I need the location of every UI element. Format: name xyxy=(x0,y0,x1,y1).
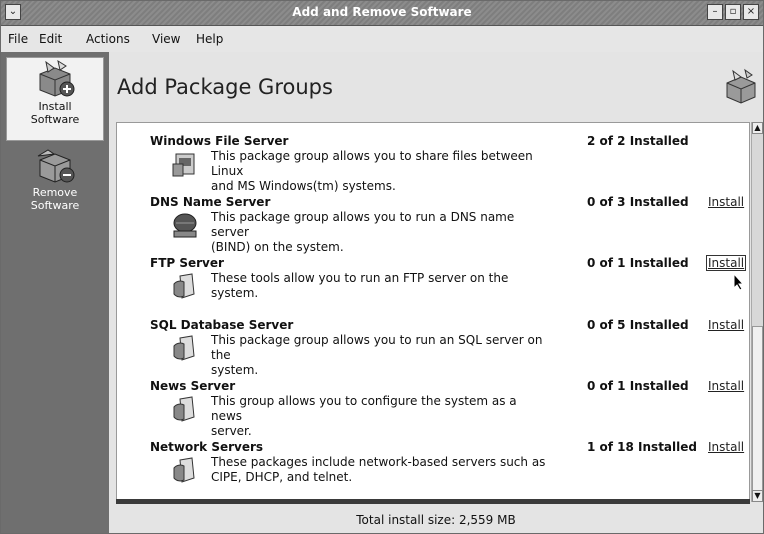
group-name: DNS Name Server xyxy=(150,195,271,209)
group-status: 0 of 1 Installed xyxy=(587,379,689,393)
description-line: (BIND) on the system. xyxy=(211,240,344,254)
scrollbar-thumb[interactable] xyxy=(752,326,763,496)
group-status: 2 of 2 Installed xyxy=(587,134,689,148)
server-icon xyxy=(173,457,195,483)
total-install-size: Total install size: 2,559 MB xyxy=(356,513,516,527)
menu-bar: File Edit Actions View Help xyxy=(1,26,763,52)
server-icon xyxy=(173,335,195,361)
list-bottom-border xyxy=(116,499,750,504)
window-title: Add and Remove Software xyxy=(292,5,472,19)
sidebar-item-label: Software xyxy=(30,199,80,212)
menu-actions[interactable]: Actions xyxy=(86,32,130,46)
menu-help[interactable]: Help xyxy=(196,32,223,46)
remove-icon xyxy=(37,149,75,183)
description-line: This group allows you to configure the s… xyxy=(211,394,517,423)
menu-edit[interactable]: Edit xyxy=(39,32,62,46)
description-line: system. xyxy=(211,363,259,377)
group-description: This package group allows you to run a D… xyxy=(211,210,551,255)
package-group-list[interactable]: Windows File Server 2 of 2 Installed Thi… xyxy=(116,122,750,502)
sidebar-item-label: Software xyxy=(30,113,80,126)
sidebar-item-label: Install xyxy=(38,100,72,113)
description-line: These packages include network-based ser… xyxy=(211,455,546,469)
sidebar: Install Software Remove Software xyxy=(1,52,109,533)
install-link[interactable]: Install xyxy=(708,318,744,332)
scroll-down-icon[interactable]: ▼ xyxy=(752,490,763,502)
mouse-cursor-icon xyxy=(733,273,745,291)
sidebar-item-label: Remove xyxy=(32,186,78,199)
install-link[interactable]: Install xyxy=(708,195,744,209)
sidebar-item-install-software[interactable]: Install Software xyxy=(6,57,104,141)
vertical-scrollbar[interactable]: ▲ ▼ xyxy=(751,122,763,502)
group-status: 0 of 5 Installed xyxy=(587,318,689,332)
file-server-icon xyxy=(172,153,195,177)
maximize-button[interactable]: ▫ xyxy=(725,4,741,20)
description-line: This package group allows you to run an … xyxy=(211,333,543,362)
group-description: These tools allow you to run an FTP serv… xyxy=(211,271,551,301)
sidebar-item-remove-software[interactable]: Remove Software xyxy=(1,144,109,212)
group-name: Network Servers xyxy=(150,440,264,454)
minimize-button[interactable]: – xyxy=(707,4,723,20)
title-bar[interactable]: ⌄ Add and Remove Software – ▫ × xyxy=(1,1,763,26)
group-description: This group allows you to configure the s… xyxy=(211,394,551,439)
install-icon xyxy=(39,59,75,97)
group-name: News Server xyxy=(150,379,236,393)
page-title: Add Package Groups xyxy=(117,75,333,99)
description-line: This package group allows you to run a D… xyxy=(211,210,515,239)
menu-view[interactable]: View xyxy=(152,32,180,46)
group-name: FTP Server xyxy=(150,256,224,270)
description-line: These tools allow you to run an FTP serv… xyxy=(211,271,509,300)
group-name: SQL Database Server xyxy=(150,318,294,332)
server-icon xyxy=(173,273,195,299)
app-window: ⌄ Add and Remove Software – ▫ × File Edi… xyxy=(0,0,764,534)
group-description: These packages include network-based ser… xyxy=(211,455,551,485)
scroll-up-icon[interactable]: ▲ xyxy=(752,122,763,134)
description-line: CIPE, DHCP, and telnet. xyxy=(211,470,353,484)
description-line: server. xyxy=(211,424,252,438)
install-link[interactable]: Install xyxy=(708,440,744,454)
group-status: 0 of 3 Installed xyxy=(587,195,689,209)
description-line: and MS Windows(tm) systems. xyxy=(211,179,396,193)
group-name: Windows File Server xyxy=(150,134,289,148)
group-description: This package group allows you to share f… xyxy=(211,149,551,194)
install-link[interactable]: Install xyxy=(708,379,744,393)
server-icon xyxy=(173,396,195,422)
menu-file[interactable]: File xyxy=(8,32,28,46)
install-link[interactable]: Install xyxy=(706,255,747,271)
dns-server-icon xyxy=(173,213,197,238)
group-description: This package group allows you to run an … xyxy=(211,333,551,378)
description-line: This package group allows you to share f… xyxy=(211,149,533,178)
package-manager-icon xyxy=(726,68,756,104)
close-button[interactable]: × xyxy=(743,4,759,20)
group-status: 1 of 18 Installed xyxy=(587,440,697,454)
